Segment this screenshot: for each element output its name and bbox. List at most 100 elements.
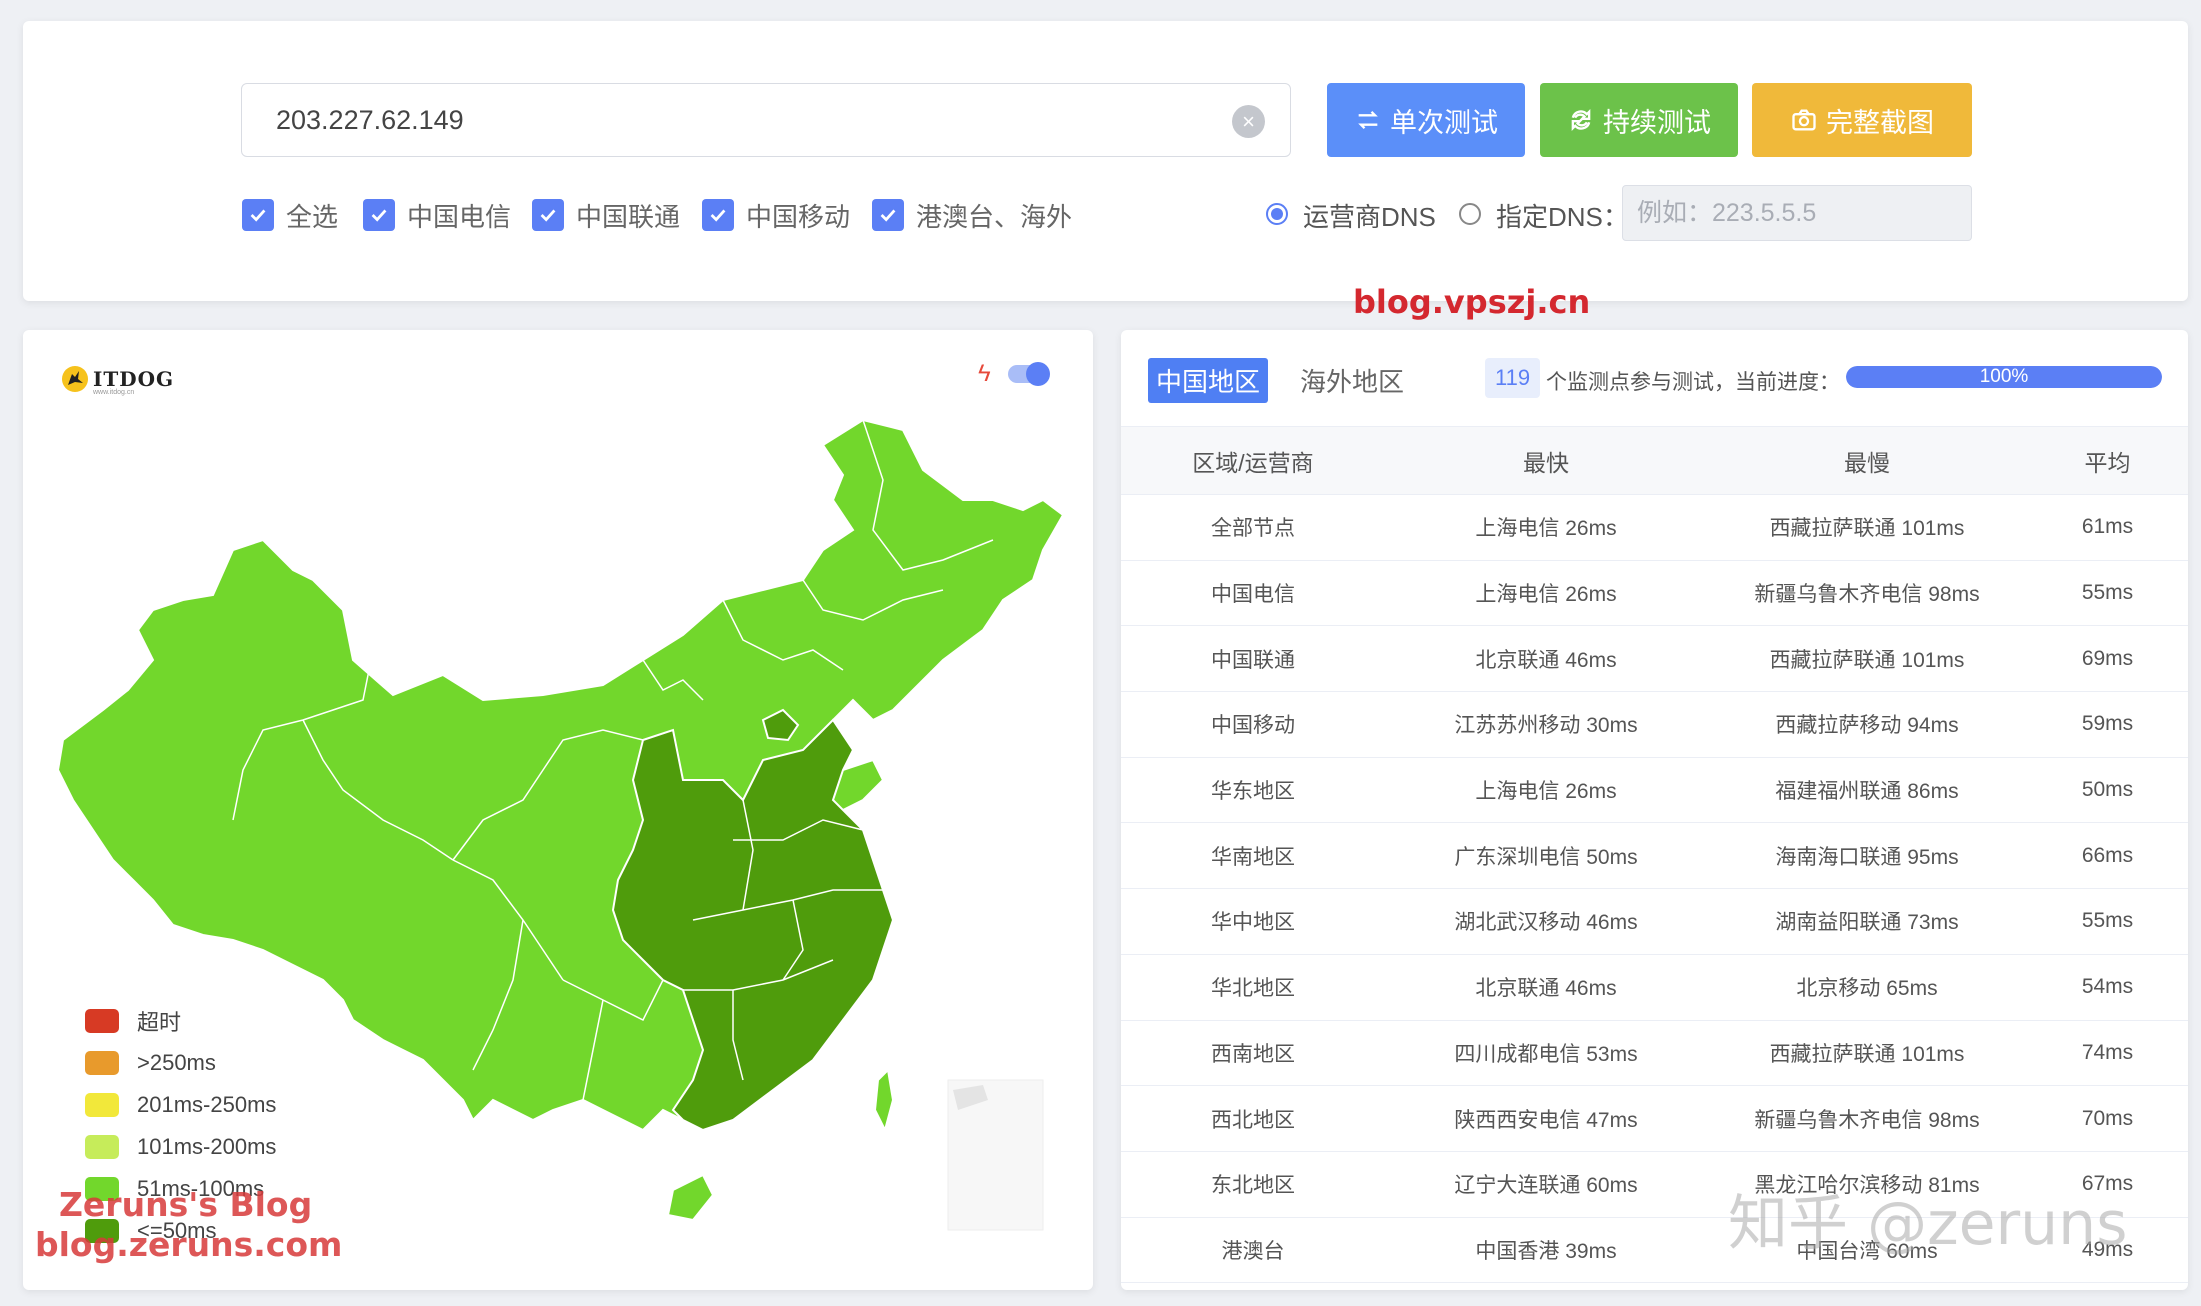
cell-fastest: 上海电信 26ms [1385, 757, 1707, 824]
cell-fastest: 上海电信 26ms [1385, 560, 1707, 627]
cell-average: 55ms [2027, 888, 2188, 955]
table-row: 华中地区 湖北武汉移动 46ms 湖南益阳联通 73ms 55ms [1121, 888, 2188, 955]
cell-average: 50ms [2027, 757, 2188, 824]
cell-fastest: 广东深圳电信 50ms [1385, 822, 1707, 890]
itdog-logo: ITDOG www.itdog.cn [61, 365, 175, 396]
filter-hk-overseas[interactable]: 港澳台、海外 [872, 197, 1072, 233]
cell-fastest: 江苏苏州移动 30ms [1385, 691, 1707, 758]
dog-logo-icon [62, 366, 88, 392]
filter-select-all[interactable]: 全选 [242, 197, 338, 233]
watermark-blog-line2: blog.zeruns.com [35, 1225, 343, 1264]
cell-slowest: 海南海口联通 95ms [1707, 822, 2027, 890]
cell-average: 70ms [2027, 1085, 2188, 1152]
cell-region: 中国移动 [1121, 691, 1385, 758]
cell-region: 西北地区 [1121, 1085, 1385, 1152]
cell-region: 华南地区 [1121, 822, 1385, 890]
watermark-zhihu: 知乎 @zeruns [1728, 1189, 2128, 1259]
cell-region: 华中地区 [1121, 888, 1385, 955]
filter-label: 中国电信 [407, 201, 512, 232]
legend-item: 101ms-200ms [85, 1126, 276, 1168]
radio-isp-dns[interactable] [1266, 203, 1288, 225]
cell-region: 西南地区 [1121, 1020, 1385, 1087]
table-row: 全部节点 上海电信 26ms 西藏拉萨联通 101ms 61ms [1121, 494, 2188, 561]
legend-label: 201ms-250ms [137, 1092, 277, 1117]
legend-swatch [85, 1135, 119, 1159]
region-tabs: 中国地区 海外地区 [1148, 358, 1412, 403]
cell-region: 东北地区 [1121, 1151, 1385, 1218]
checkbox-checked-icon[interactable] [872, 199, 904, 231]
map-region-taiwan [873, 1067, 895, 1133]
checkbox-checked-icon[interactable] [363, 199, 395, 231]
map-region-hainan [666, 1173, 715, 1222]
cell-slowest: 湖南益阳联通 73ms [1707, 888, 2027, 955]
cell-region: 华北地区 [1121, 954, 1385, 1021]
cell-average: 59ms [2027, 691, 2188, 758]
column-header-slowest: 最慢 [1707, 426, 2027, 495]
cell-fastest: 北京联通 46ms [1385, 625, 1707, 693]
radio-custom-dns-label[interactable]: 指定DNS： [1496, 197, 1629, 234]
tab-china[interactable]: 中国地区 [1148, 358, 1269, 403]
legend-item: 超时 [85, 1000, 276, 1042]
refresh-icon [1571, 109, 1591, 131]
cell-region: 中国电信 [1121, 560, 1385, 627]
cell-average: 69ms [2027, 625, 2188, 693]
cell-slowest: 西藏拉萨移动 94ms [1707, 691, 2027, 758]
table-row: 中国电信 上海电信 26ms 新疆乌鲁木齐电信 98ms 55ms [1121, 560, 2188, 627]
filter-unicom[interactable]: 中国联通 [532, 197, 680, 233]
node-count-badge: 119 [1485, 358, 1541, 398]
legend-swatch [85, 1009, 119, 1033]
test-control-panel: × 单次测试 持续测试 完整截图 全选 中国电信 中国联通 中国移动 港澳台、海… [23, 21, 2188, 321]
full-screenshot-button[interactable]: 完整截图 [1752, 83, 1972, 157]
node-count-text: 个监测点参与测试，当前进度： [1546, 371, 1840, 394]
continuous-test-button[interactable]: 持续测试 [1540, 83, 1738, 157]
cell-fastest: 北京联通 46ms [1385, 954, 1707, 1021]
legend-item: 201ms-250ms [85, 1084, 276, 1126]
filter-label: 中国联通 [576, 201, 681, 232]
table-row: 中国移动 江苏苏州移动 30ms 西藏拉萨移动 94ms 59ms [1121, 691, 2188, 758]
legend-label: 101ms-200ms [137, 1134, 277, 1159]
filter-label: 全选 [286, 201, 339, 232]
checkbox-checked-icon[interactable] [242, 199, 274, 231]
cell-slowest: 西藏拉萨联通 101ms [1707, 1020, 2027, 1087]
tab-overseas[interactable]: 海外地区 [1292, 358, 1412, 403]
close-circle-icon[interactable]: × [1232, 105, 1265, 138]
lightning-icon: ϟ [978, 360, 991, 387]
continuous-test-label: 持续测试 [1603, 107, 1711, 138]
cell-slowest: 西藏拉萨联通 101ms [1707, 494, 2027, 561]
column-header-fastest: 最快 [1385, 426, 1707, 495]
watermark-blog: Zeruns's Blog blog.zeruns.com [35, 1185, 342, 1265]
map-toggle-switch[interactable] [1008, 362, 1050, 386]
table-row: 华南地区 广东深圳电信 50ms 海南海口联通 95ms 66ms [1121, 822, 2188, 890]
column-header-region: 区域/运营商 [1121, 426, 1385, 495]
cell-average: 55ms [2027, 560, 2188, 627]
cell-fastest: 中国香港 39ms [1385, 1217, 1707, 1284]
results-table: 区域/运营商 最快 最慢 平均 全部节点 上海电信 26ms 西藏拉萨联通 101m… [1121, 426, 2188, 1284]
checkbox-checked-icon[interactable] [702, 199, 734, 231]
logo-text: ITDOG [93, 367, 175, 391]
logo-subtext: www.itdog.cn [93, 389, 135, 396]
filter-telecom[interactable]: 中国电信 [363, 197, 511, 233]
filter-label: 港澳台、海外 [916, 201, 1073, 232]
target-ip-input[interactable] [241, 83, 1291, 157]
results-panel: 中国地区 海外地区 119 个监测点参与测试，当前进度： 100% 区域/运营商… [1121, 330, 2188, 1290]
cell-slowest: 北京移动 65ms [1707, 954, 2027, 1021]
filter-mobile[interactable]: 中国移动 [702, 197, 850, 233]
custom-dns-input[interactable] [1622, 185, 1972, 241]
radio-custom-dns[interactable] [1459, 203, 1481, 225]
legend-item: >250ms [85, 1042, 276, 1084]
single-test-button[interactable]: 单次测试 [1327, 83, 1525, 157]
cell-slowest: 福建福州联通 86ms [1707, 757, 2027, 824]
table-row: 华北地区 北京联通 46ms 北京移动 65ms 54ms [1121, 954, 2188, 1021]
cell-fastest: 辽宁大连联通 60ms [1385, 1151, 1707, 1218]
cell-slowest: 新疆乌鲁木齐电信 98ms [1707, 560, 2027, 627]
cell-average: 74ms [2027, 1020, 2188, 1087]
radio-isp-dns-label[interactable]: 运营商DNS [1303, 197, 1436, 234]
column-header-average: 平均 [2027, 426, 2188, 495]
cell-slowest: 新疆乌鲁木齐电信 98ms [1707, 1085, 2027, 1152]
cell-average: 66ms [2027, 822, 2188, 890]
checkbox-checked-icon[interactable] [532, 199, 564, 231]
cell-average: 61ms [2027, 494, 2188, 561]
cell-fastest: 上海电信 26ms [1385, 494, 1707, 561]
table-header-row: 区域/运营商 最快 最慢 平均 [1121, 426, 2188, 495]
map-panel: ITDOG www.itdog.cn ϟ 超时 >250ms 201ms-250… [23, 330, 1093, 1290]
